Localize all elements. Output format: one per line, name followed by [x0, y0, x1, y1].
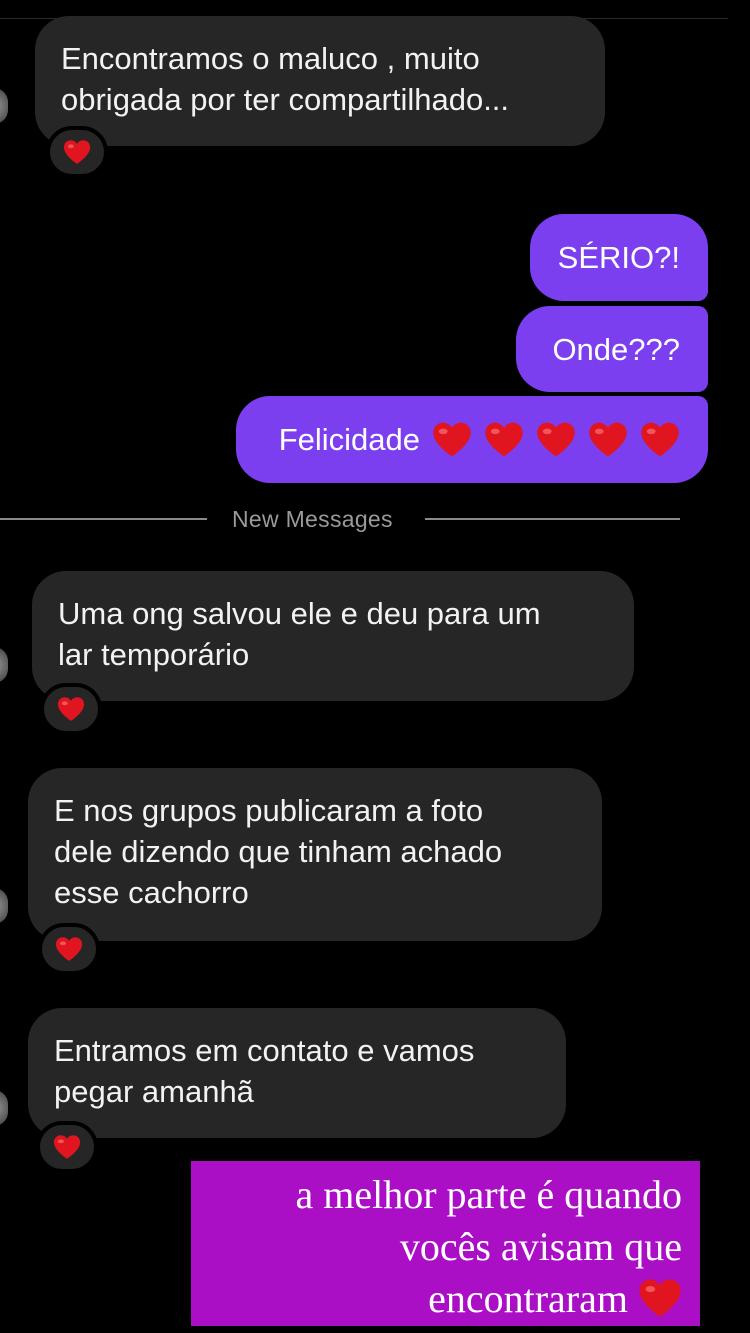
new-messages-divider: New Messages	[0, 506, 750, 534]
heart-icon	[55, 936, 83, 962]
heart-icon	[536, 421, 576, 458]
incoming-message-2[interactable]: Uma ong salvou ele e deu para um lar tem…	[32, 571, 634, 701]
message-reaction[interactable]	[40, 683, 102, 735]
heart-icon	[432, 421, 472, 458]
sender-avatar[interactable]	[0, 88, 8, 124]
incoming-message-4[interactable]: Entramos em contato e vamos pegar amanhã	[28, 1008, 566, 1138]
outgoing-message-2[interactable]: Onde???	[516, 306, 708, 392]
message-reaction[interactable]	[36, 1121, 98, 1173]
new-messages-label: New Messages	[232, 506, 393, 532]
sender-avatar[interactable]	[0, 888, 8, 924]
divider-line-left	[0, 518, 207, 520]
incoming-message-3[interactable]: E nos grupos publicaram a foto dele dize…	[28, 768, 602, 941]
sender-avatar[interactable]	[0, 1090, 8, 1126]
heart-icon	[638, 1278, 682, 1318]
outgoing-message-1-text: SÉRIO?!	[557, 240, 680, 275]
sender-avatar[interactable]	[0, 647, 8, 683]
caption-line-2: vocês avisam que	[399, 1224, 682, 1269]
outgoing-message-1[interactable]: SÉRIO?!	[530, 214, 708, 301]
caption-line-3-wrap: encontraram	[209, 1273, 682, 1325]
message-reaction[interactable]	[38, 923, 100, 975]
divider-line-right	[425, 518, 680, 520]
outgoing-message-2-text: Onde???	[552, 331, 680, 367]
heart-icon	[588, 421, 628, 458]
outgoing-message-3-text: Felicidade	[278, 422, 420, 457]
heart-icon	[53, 1134, 81, 1160]
heart-emoji-row	[420, 421, 680, 458]
message-reaction[interactable]	[46, 126, 108, 178]
heart-icon	[640, 421, 680, 458]
heart-icon	[63, 139, 91, 165]
caption-line-3: encontraram	[428, 1276, 628, 1321]
story-caption: a melhor parte é quando vocês avisam que…	[191, 1161, 700, 1326]
incoming-message-1[interactable]: Encontramos o maluco , muito obrigada po…	[35, 16, 605, 146]
heart-icon	[57, 696, 85, 722]
caption-line-1: a melhor parte é quando	[295, 1172, 682, 1217]
outgoing-message-3[interactable]: Felicidade	[236, 396, 708, 483]
heart-icon	[484, 421, 524, 458]
